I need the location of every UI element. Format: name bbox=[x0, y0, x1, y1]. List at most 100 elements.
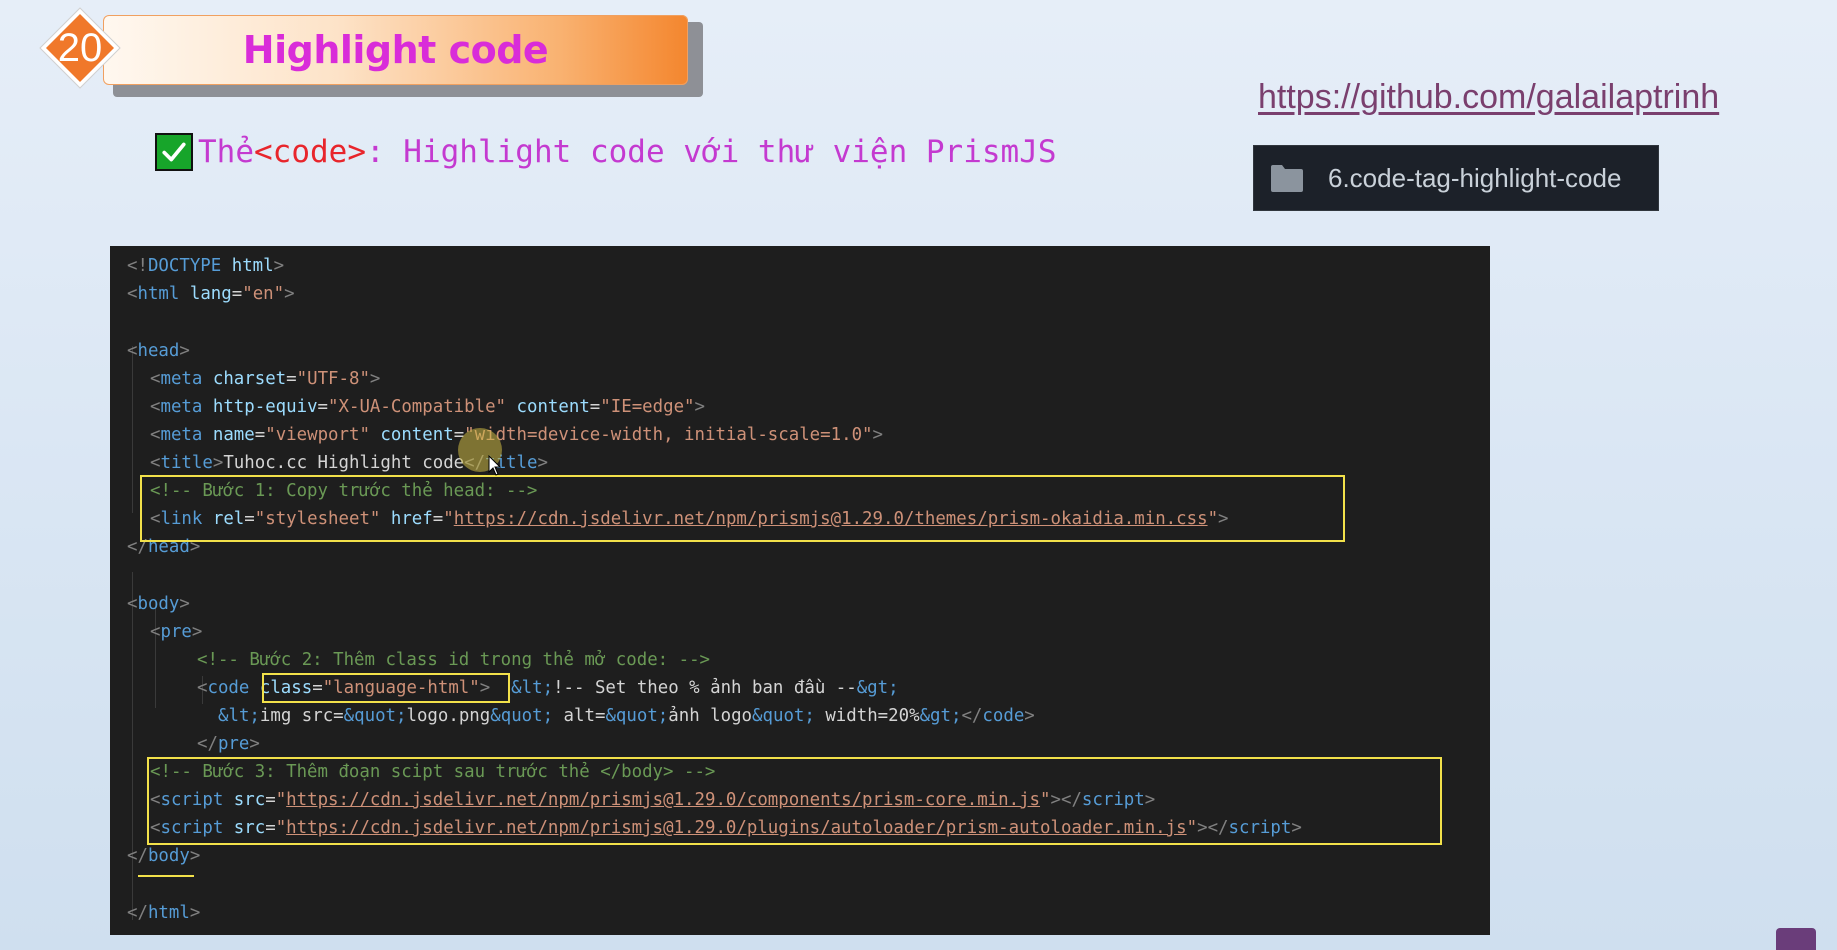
mouse-pointer-icon bbox=[488, 455, 502, 476]
token: &quot; bbox=[605, 706, 669, 726]
token: code bbox=[982, 706, 1025, 726]
avatar bbox=[1776, 928, 1816, 950]
token: < bbox=[150, 369, 161, 389]
token: </ bbox=[961, 706, 983, 726]
token: content bbox=[506, 397, 590, 417]
token: < bbox=[127, 284, 138, 304]
code-comment: <!-- Bước 2: Thêm class id trong thẻ mở … bbox=[197, 650, 711, 670]
code-line: <pre> bbox=[150, 618, 202, 646]
token: > bbox=[189, 903, 201, 923]
slide-number: 20 bbox=[57, 25, 103, 70]
token: > bbox=[872, 425, 883, 445]
token: "IE=edge" bbox=[600, 397, 695, 417]
token: &gt; bbox=[919, 706, 962, 726]
subtitle-text: : Highlight code với thư viện PrismJS bbox=[365, 134, 1057, 170]
token: < bbox=[127, 341, 138, 361]
token: meta bbox=[160, 425, 203, 445]
token: content bbox=[369, 425, 454, 445]
code-line: <!DOCTYPE html> bbox=[127, 252, 284, 280]
token: > bbox=[179, 594, 190, 614]
token: &quot; bbox=[343, 706, 407, 726]
indent-guide bbox=[132, 346, 133, 513]
token: meta bbox=[160, 369, 203, 389]
token: > bbox=[537, 453, 548, 473]
token: = bbox=[317, 397, 329, 417]
folder-name: 6.code-tag-highlight-code bbox=[1328, 162, 1622, 193]
token: "en" bbox=[242, 284, 285, 304]
code-line: <body> bbox=[127, 590, 190, 618]
token: html bbox=[147, 903, 190, 923]
token: logo.png bbox=[406, 706, 491, 726]
token: > bbox=[694, 397, 705, 417]
token: </ bbox=[127, 846, 148, 866]
highlight-box-class bbox=[262, 673, 510, 703]
code-line: &lt;img src=&quot;logo.png&quot; alt=&qu… bbox=[218, 702, 1035, 730]
token: "width=device-width, initial-scale=1.0" bbox=[464, 425, 873, 445]
token: > bbox=[1024, 706, 1035, 726]
folder-item[interactable]: 6.code-tag-highlight-code bbox=[1253, 145, 1659, 211]
slide-number-badge: 20 bbox=[38, 6, 122, 90]
token: charset bbox=[202, 369, 287, 389]
subtitle-prefix: Thẻ bbox=[198, 134, 254, 170]
token: = bbox=[286, 369, 297, 389]
token: width=20% bbox=[814, 706, 920, 726]
highlight-box-step1 bbox=[140, 475, 1345, 542]
token: "UTF-8" bbox=[296, 369, 370, 389]
token: title bbox=[160, 453, 213, 473]
token: http-equiv bbox=[202, 397, 318, 417]
folder-icon bbox=[1271, 165, 1303, 192]
highlight-box-step3 bbox=[147, 757, 1442, 845]
github-link[interactable]: https://github.com/galailaptrinh bbox=[1258, 78, 1719, 117]
token: </ bbox=[127, 903, 148, 923]
token: < bbox=[127, 594, 138, 614]
token: meta bbox=[160, 397, 203, 417]
token: > bbox=[189, 846, 201, 866]
token: DOCTYPE bbox=[147, 256, 222, 276]
token: = bbox=[589, 397, 601, 417]
token: !-- Set theo % ảnh ban đầu -- bbox=[553, 678, 857, 698]
token: > bbox=[179, 341, 190, 361]
code-line: </html> bbox=[127, 899, 200, 927]
token: body bbox=[147, 846, 190, 866]
token: &lt; bbox=[218, 706, 260, 726]
checkmark-icon bbox=[155, 133, 193, 171]
title-banner: Highlight code bbox=[103, 15, 688, 85]
token: head bbox=[137, 341, 180, 361]
code-editor[interactable]: <!DOCTYPE html> <html lang="en"> <head> … bbox=[110, 246, 1490, 935]
token: < bbox=[150, 453, 161, 473]
token: Tuhoc.cc Highlight code bbox=[223, 453, 465, 473]
code-line: <meta name="viewport" content="width=dev… bbox=[150, 421, 883, 449]
token: < bbox=[150, 425, 161, 445]
token: name bbox=[202, 425, 255, 445]
code-line: <meta http-equiv="X-UA-Compatible" conte… bbox=[150, 393, 705, 421]
slide-title: Highlight code bbox=[242, 28, 549, 72]
token: "X-UA-Compatible" bbox=[328, 397, 507, 417]
token: < bbox=[150, 397, 161, 417]
token: > bbox=[273, 256, 285, 276]
code-line: <meta charset="UTF-8"> bbox=[150, 365, 380, 393]
token: < bbox=[197, 678, 208, 698]
token: = bbox=[254, 425, 266, 445]
token: "viewport" bbox=[265, 425, 370, 445]
subtitle: Thẻ <code>: Highlight code với thư viện … bbox=[155, 132, 1057, 172]
token: pre bbox=[217, 734, 250, 754]
token: html bbox=[221, 256, 274, 276]
token: > bbox=[284, 284, 295, 304]
token: &quot; bbox=[752, 706, 815, 726]
token: > bbox=[249, 734, 260, 754]
token: < bbox=[150, 622, 161, 642]
token: lang bbox=[179, 284, 232, 304]
token: > bbox=[212, 453, 224, 473]
token: body bbox=[137, 594, 180, 614]
subtitle-code-tag: <code> bbox=[254, 134, 366, 170]
code-line: </pre> bbox=[197, 730, 260, 758]
body-tag-underline bbox=[138, 875, 194, 877]
token: html bbox=[137, 284, 180, 304]
token: pre bbox=[160, 622, 192, 642]
code-line: </body> bbox=[127, 842, 200, 870]
code-line: <head> bbox=[127, 337, 190, 365]
token: > bbox=[369, 369, 381, 389]
token: code bbox=[207, 678, 250, 698]
token: = bbox=[231, 284, 243, 304]
token: img src= bbox=[259, 706, 344, 726]
